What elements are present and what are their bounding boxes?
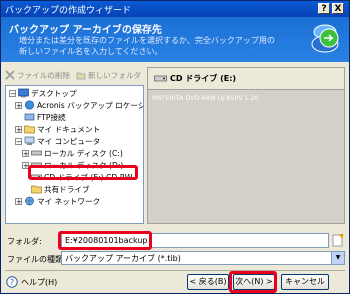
tree-item-cd-drive[interactable]: CD ドライブ (E:) CD-RW <box>31 171 132 183</box>
tree-item-label: 共有ドライブ <box>44 184 90 194</box>
tree-item-label: Acronis バックアップ ロケーション <box>37 100 143 110</box>
documents-folder-icon <box>24 125 35 134</box>
ftp-icon <box>24 113 35 121</box>
backup-wizard-window: バックアップの作成ウィザード ? X バックアップ アーカイブの保存先 増分また… <box>0 0 350 294</box>
device-name: MATSHITA DVD-RAM UJ-850S 1.20 <box>152 95 259 102</box>
expand-icon[interactable]: + <box>22 161 29 169</box>
local-disk-icon <box>31 162 42 168</box>
collapse-icon[interactable]: − <box>15 137 22 145</box>
footer-divider <box>5 270 345 271</box>
back-button[interactable]: < 戻る(B) <box>187 274 229 290</box>
window-title: バックアップの作成ウィザード <box>5 6 132 16</box>
header-description: 増分または差分を既存のファイルを選択するか、完全バックアップ用の新しいファイル名… <box>19 36 275 56</box>
tree-item-drive-d[interactable]: + ローカル ディスク (D:) <box>22 159 123 171</box>
help-label: ヘルプ(H) <box>21 277 58 287</box>
tree-item-desktop[interactable]: − デスクトップ <box>9 87 77 99</box>
new-archive-icon[interactable] <box>332 234 344 247</box>
cd-drive-icon <box>31 174 42 180</box>
help-button[interactable]: ? ヘルプ(H) <box>6 276 57 288</box>
acronis-location-icon <box>24 100 35 110</box>
cd-drive-icon <box>154 75 167 82</box>
wizard-header: バックアップ アーカイブの保存先 増分または差分を既存のファイルを選択するか、完… <box>1 17 349 62</box>
tree-item-label: マイ ドキュメント <box>37 124 101 134</box>
svg-text:?: ? <box>10 278 14 287</box>
header-title: バックアップ アーカイブの保存先 <box>9 25 162 36</box>
computer-icon <box>24 136 35 145</box>
tree-item-label: マイ ネットワーク <box>37 196 101 206</box>
new-folder-icon <box>76 72 86 80</box>
backup-logo-icon <box>311 24 339 53</box>
filetype-select[interactable]: バックアップ アーカイブ (*.tib) ▼ <box>61 251 345 265</box>
tree-item-shared-drive[interactable]: 共有ドライブ <box>31 183 90 195</box>
new-folder-label: 新しいフォルダ <box>88 70 142 80</box>
details-panel: CD ドライブ (E:) MATSHITA DVD-RAM UJ-850S 1.… <box>147 67 345 224</box>
tree-item-my-documents[interactable]: + マイ ドキュメント <box>15 123 100 135</box>
expand-icon[interactable]: + <box>15 101 22 109</box>
tree-item-acronis-location[interactable]: + Acronis バックアップ ロケーション <box>15 99 143 111</box>
title-bar: バックアップの作成ウィザード ? X <box>1 1 349 17</box>
details-header: CD ドライブ (E:) <box>148 68 344 90</box>
help-icon: ? <box>6 276 18 288</box>
close-title-button[interactable]: X <box>332 3 344 14</box>
next-button[interactable]: 次へ(N) > <box>233 274 275 290</box>
tree-item-ftp[interactable]: FTP接続 <box>24 111 66 123</box>
network-icon <box>25 196 34 206</box>
expand-icon[interactable]: + <box>15 197 22 205</box>
tree-item-my-network[interactable]: + マイ ネットワーク <box>15 195 100 207</box>
tree-item-my-computer[interactable]: − マイ コンピュータ <box>15 135 100 147</box>
file-toolbar: ファイルの削除 新しいフォルダ <box>5 68 145 82</box>
expand-icon[interactable]: + <box>22 149 29 157</box>
tree-item-drive-c[interactable]: + ローカル ディスク (C:) <box>22 147 123 159</box>
delete-file-label: ファイルの削除 <box>17 70 71 80</box>
tree-item-label: ローカル ディスク (C:) <box>44 148 123 158</box>
new-folder-button[interactable]: 新しいフォルダ <box>76 68 141 82</box>
tree-item-label: マイ コンピュータ <box>37 136 101 146</box>
desktop-icon <box>18 88 29 98</box>
cancel-button[interactable]: キャンセル <box>281 274 329 290</box>
collapse-icon[interactable]: − <box>9 89 16 97</box>
shared-drive-icon <box>31 185 42 194</box>
folder-label: フォルダ: <box>7 237 42 246</box>
tree-item-label: FTP接続 <box>37 112 66 122</box>
tree-item-label: ローカル ディスク (D:) <box>44 160 124 170</box>
local-disk-icon <box>31 150 42 156</box>
tree-item-label: デスクトップ <box>31 88 77 98</box>
help-title-button[interactable]: ? <box>318 3 330 14</box>
delete-file-button[interactable]: ファイルの削除 <box>5 68 70 82</box>
tree-item-label: CD ドライブ (E:) CD-RW <box>44 172 133 182</box>
folder-tree[interactable]: − デスクトップ + Acronis バックアップ ロケーション FTP接続 +… <box>5 85 144 224</box>
chevron-down-icon[interactable]: ▼ <box>331 252 344 264</box>
details-title: CD ドライブ (E:) <box>170 74 237 83</box>
filetype-value: バックアップ アーカイブ (*.tib) <box>65 254 181 263</box>
delete-icon <box>5 70 15 80</box>
expand-icon[interactable]: + <box>15 125 22 133</box>
folder-input[interactable]: E:¥20080101backup <box>61 233 329 248</box>
